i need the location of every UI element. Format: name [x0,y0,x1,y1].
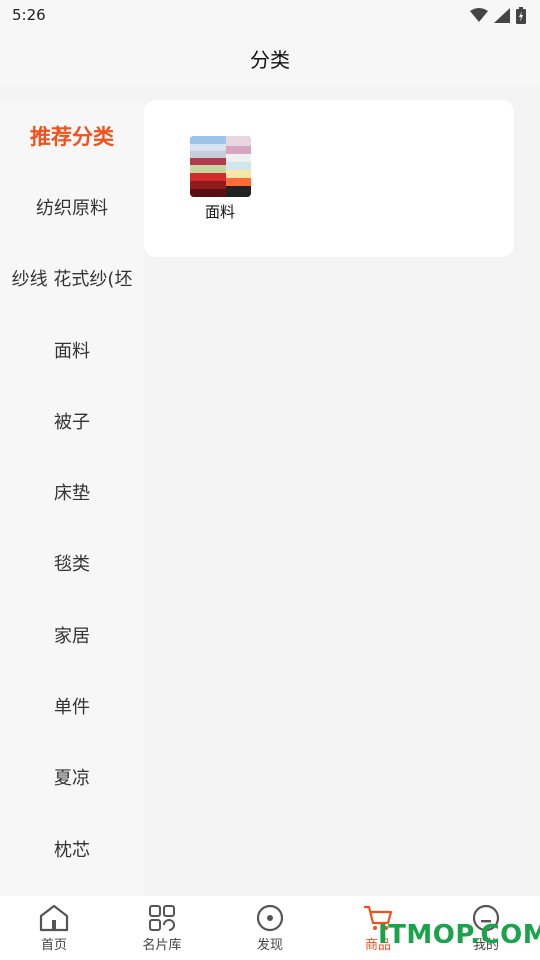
category-tile-fabric[interactable]: 面料 [189,136,251,222]
tab-label: 发现 [256,938,283,953]
sidebar-item-mattress[interactable]: 床垫 [0,456,144,527]
sidebar-item-textile-raw[interactable]: 纺织原料 [0,171,144,242]
sidebar-item-label: 纱线 花式纱(坯 [11,269,133,291]
tab-cards[interactable]: 名片库 [108,896,216,960]
fabric-thumbnail [189,136,251,197]
header: 分类 [0,30,540,86]
status-time: 5:26 [12,6,46,24]
status-icons [470,6,526,24]
category-label: 面料 [204,203,235,221]
category-content: 面料 [144,100,540,896]
sidebar-item-single[interactable]: 单件 [0,670,144,741]
tab-discover[interactable]: 发现 [216,896,324,960]
watermark: ITMOP.COM [378,920,540,950]
category-card: 面料 [144,100,514,257]
wifi-icon [470,8,488,22]
compass-icon [256,904,284,932]
sidebar-item-label: 枕芯 [54,839,90,861]
sidebar-item-yarn[interactable]: 纱线 花式纱(坯 [0,243,144,314]
sidebar-item-label: 面料 [54,340,90,362]
sidebar-item-label: 毯类 [54,554,90,576]
sidebar-item-label: 夏凉 [54,768,90,790]
battery-icon [516,6,526,24]
tab-label: 首页 [40,938,67,953]
home-icon [39,904,69,932]
sidebar-item-label: 家居 [54,625,90,647]
sidebar-item-label: 纺织原料 [36,197,108,219]
sidebar-item-label: 单件 [54,697,90,719]
tab-label: 名片库 [142,938,182,953]
sidebar-item-fabric[interactable]: 面料 [0,314,144,385]
sidebar-item-summer[interactable]: 夏凉 [0,742,144,813]
page-title: 分类 [250,47,290,72]
tab-home[interactable]: 首页 [0,896,108,960]
sidebar-item-recommended[interactable]: 推荐分类 [0,100,144,171]
sidebar-item-label: 床垫 [54,483,90,505]
sidebar-item-quilt[interactable]: 被子 [0,385,144,456]
sidebar-item-blanket[interactable]: 毯类 [0,528,144,599]
sidebar-item-pillow[interactable]: 枕芯 [0,813,144,884]
signal-icon [494,7,510,23]
status-bar: 5:26 [0,0,540,30]
category-sidebar: 推荐分类 纺织原料 纱线 花式纱(坯 面料 被子 床垫 毯类 家居 单件 夏凉 … [0,100,144,896]
grid-icon [149,905,175,931]
sidebar-item-label: 推荐分类 [30,124,114,149]
sidebar-item-label: 被子 [54,411,90,433]
sidebar-item-home[interactable]: 家居 [0,599,144,670]
